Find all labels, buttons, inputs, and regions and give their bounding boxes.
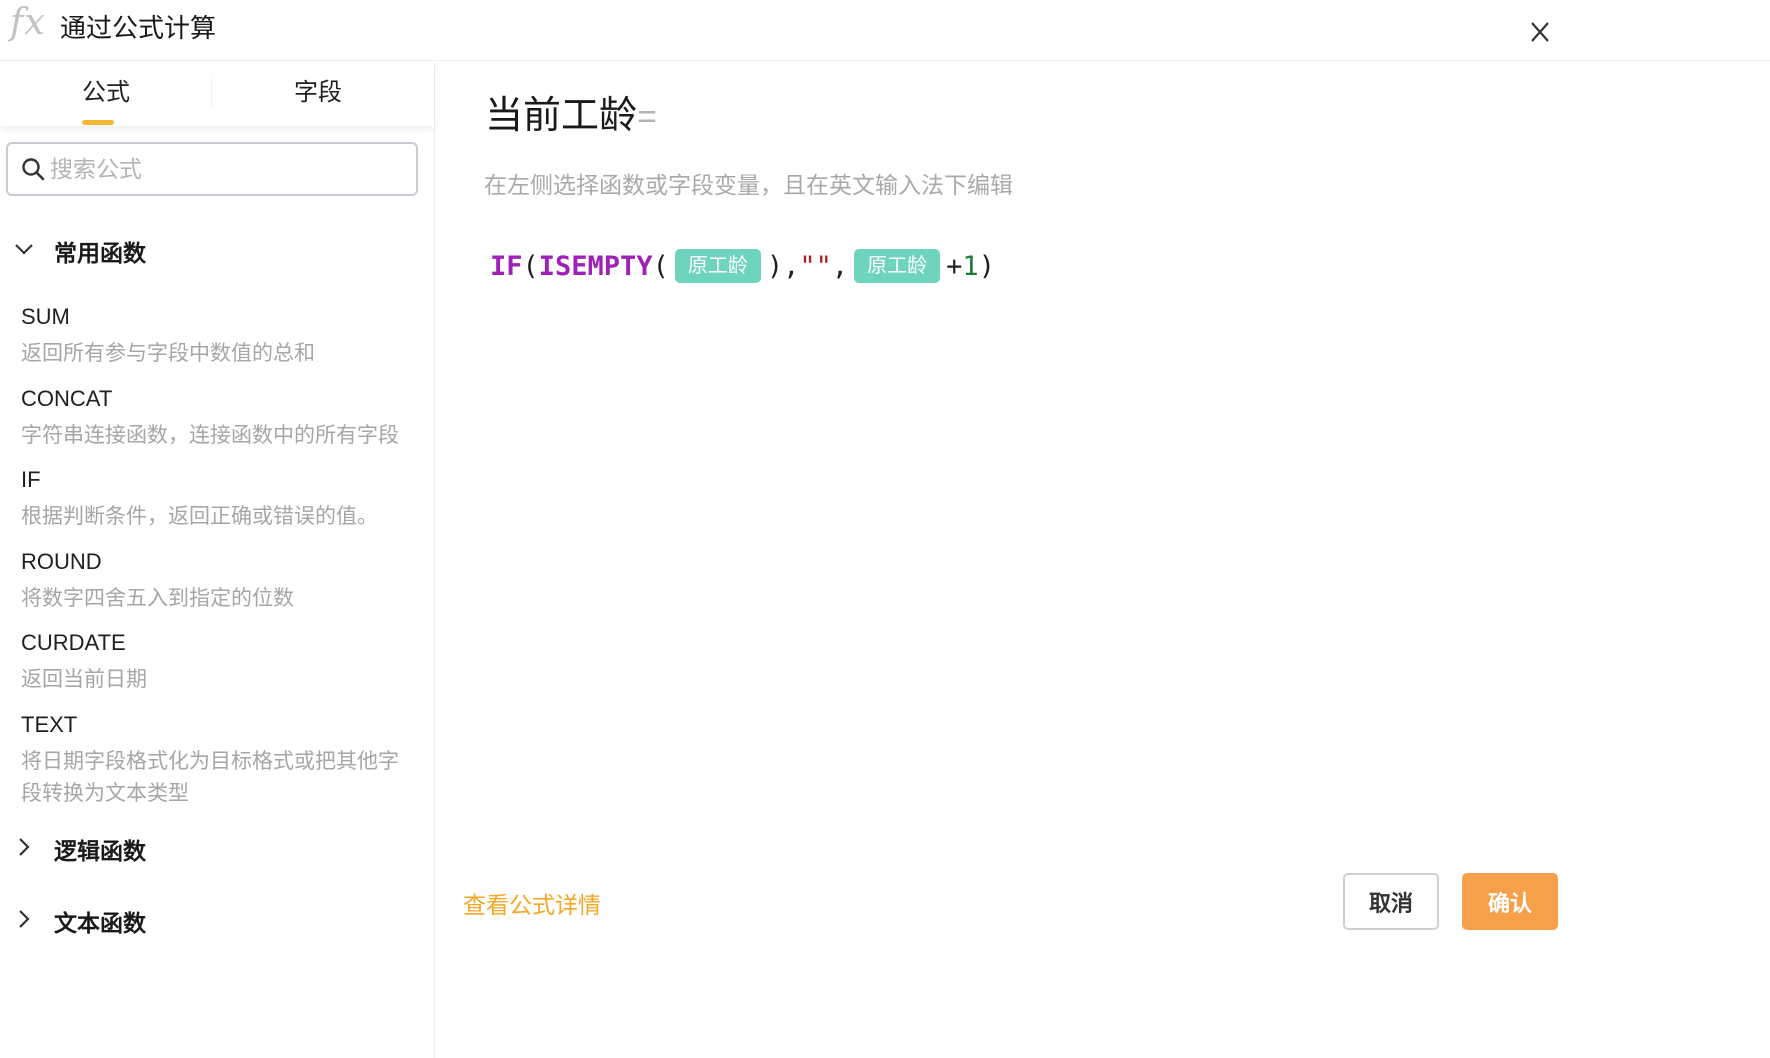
formula-details-link[interactable]: 查看公式详情: [463, 886, 601, 920]
active-tab-indicator: [82, 120, 114, 125]
function-item-concat[interactable]: CONCAT 字符串连接函数，连接函数中的所有字段: [0, 386, 434, 452]
formula-token-paren: (: [652, 250, 669, 282]
function-item-text[interactable]: TEXT 将日期字段格式化为目标格式或把其他字段转换为文本类型: [0, 712, 434, 810]
target-field-name: 当前工龄: [485, 95, 638, 137]
formula-token-paren: (: [522, 250, 539, 282]
dialog-header: fx 通过公式计算: [0, 0, 1770, 61]
group-common-functions[interactable]: 常用函数: [0, 225, 434, 275]
formula-token-paren: ): [766, 250, 784, 282]
formula-editor[interactable]: IF ( ISEMPTY ( 原工龄 ) , "" , 原工龄 + 1 ): [490, 246, 995, 286]
close-button[interactable]: [1522, 14, 1558, 50]
formula-token-paren: ): [978, 250, 995, 282]
group-text-functions[interactable]: 文本函数: [0, 895, 434, 945]
tab-field[interactable]: 字段: [212, 62, 424, 126]
formula-token-number: 1: [962, 250, 979, 282]
group-label: 文本函数: [54, 910, 146, 936]
tab-bar: 公式 字段: [0, 62, 434, 126]
function-name: CURDATE: [21, 630, 126, 655]
function-name: CONCAT: [21, 386, 113, 411]
function-item-round[interactable]: ROUND 将数字四舍五入到指定的位数: [0, 549, 434, 615]
equals-sign: =: [637, 98, 657, 136]
group-label: 逻辑函数: [54, 838, 146, 864]
function-name: TEXT: [21, 712, 78, 737]
group-logic-functions[interactable]: 逻辑函数: [0, 823, 434, 873]
dialog-title: 通过公式计算: [60, 13, 217, 43]
search-icon: [22, 158, 45, 181]
function-desc: 将数字四舍五入到指定的位数: [21, 587, 294, 610]
function-name: SUM: [21, 304, 70, 329]
group-label: 常用函数: [54, 240, 146, 266]
function-name: IF: [21, 467, 41, 492]
close-icon: [1531, 22, 1549, 42]
formula-editor-panel: 当前工龄= 在左侧选择函数或字段变量，且在英文输入法下编辑 IF ( ISEMP…: [436, 62, 1770, 1058]
target-field-title: 当前工龄=: [485, 84, 657, 139]
formula-token-comma: ,: [783, 250, 800, 282]
function-sidebar: 公式 字段 常用函数 SUM 返回所有参与字段中数值的总和 CONCAT 字符串…: [0, 62, 435, 1058]
formula-token-comma: ,: [831, 250, 849, 282]
formula-token-string: "": [799, 250, 832, 282]
search-box: [6, 142, 418, 196]
formula-token-operator: +: [946, 250, 963, 282]
cancel-button[interactable]: 取消: [1343, 873, 1439, 930]
field-chip[interactable]: 原工龄: [854, 249, 941, 283]
function-desc: 字符串连接函数，连接函数中的所有字段: [21, 424, 399, 447]
chevron-right-icon: [19, 838, 30, 856]
function-desc: 根据判断条件，返回正确或错误的值。: [21, 505, 378, 528]
function-desc: 返回当前日期: [21, 668, 147, 691]
formula-token-function: IF: [490, 250, 523, 282]
function-item-sum[interactable]: SUM 返回所有参与字段中数值的总和: [0, 304, 434, 370]
function-desc: 返回所有参与字段中数值的总和: [21, 342, 315, 365]
tab-formula[interactable]: 公式: [0, 62, 212, 126]
search-input[interactable]: [50, 148, 410, 190]
fx-icon: fx: [10, 2, 46, 43]
function-name: ROUND: [21, 549, 102, 574]
function-item-if[interactable]: IF 根据判断条件，返回正确或错误的值。: [0, 467, 434, 533]
chevron-right-icon: [19, 910, 30, 928]
field-chip[interactable]: 原工龄: [674, 249, 761, 283]
editor-hint: 在左侧选择函数或字段变量，且在英文输入法下编辑: [484, 172, 1013, 198]
function-desc: 将日期字段格式化为目标格式或把其他字段转换为文本类型: [21, 750, 399, 805]
chevron-down-icon: [15, 244, 33, 255]
formula-token-function: ISEMPTY: [538, 250, 653, 282]
confirm-button[interactable]: 确认: [1462, 873, 1558, 930]
function-item-curdate[interactable]: CURDATE 返回当前日期: [0, 630, 434, 696]
